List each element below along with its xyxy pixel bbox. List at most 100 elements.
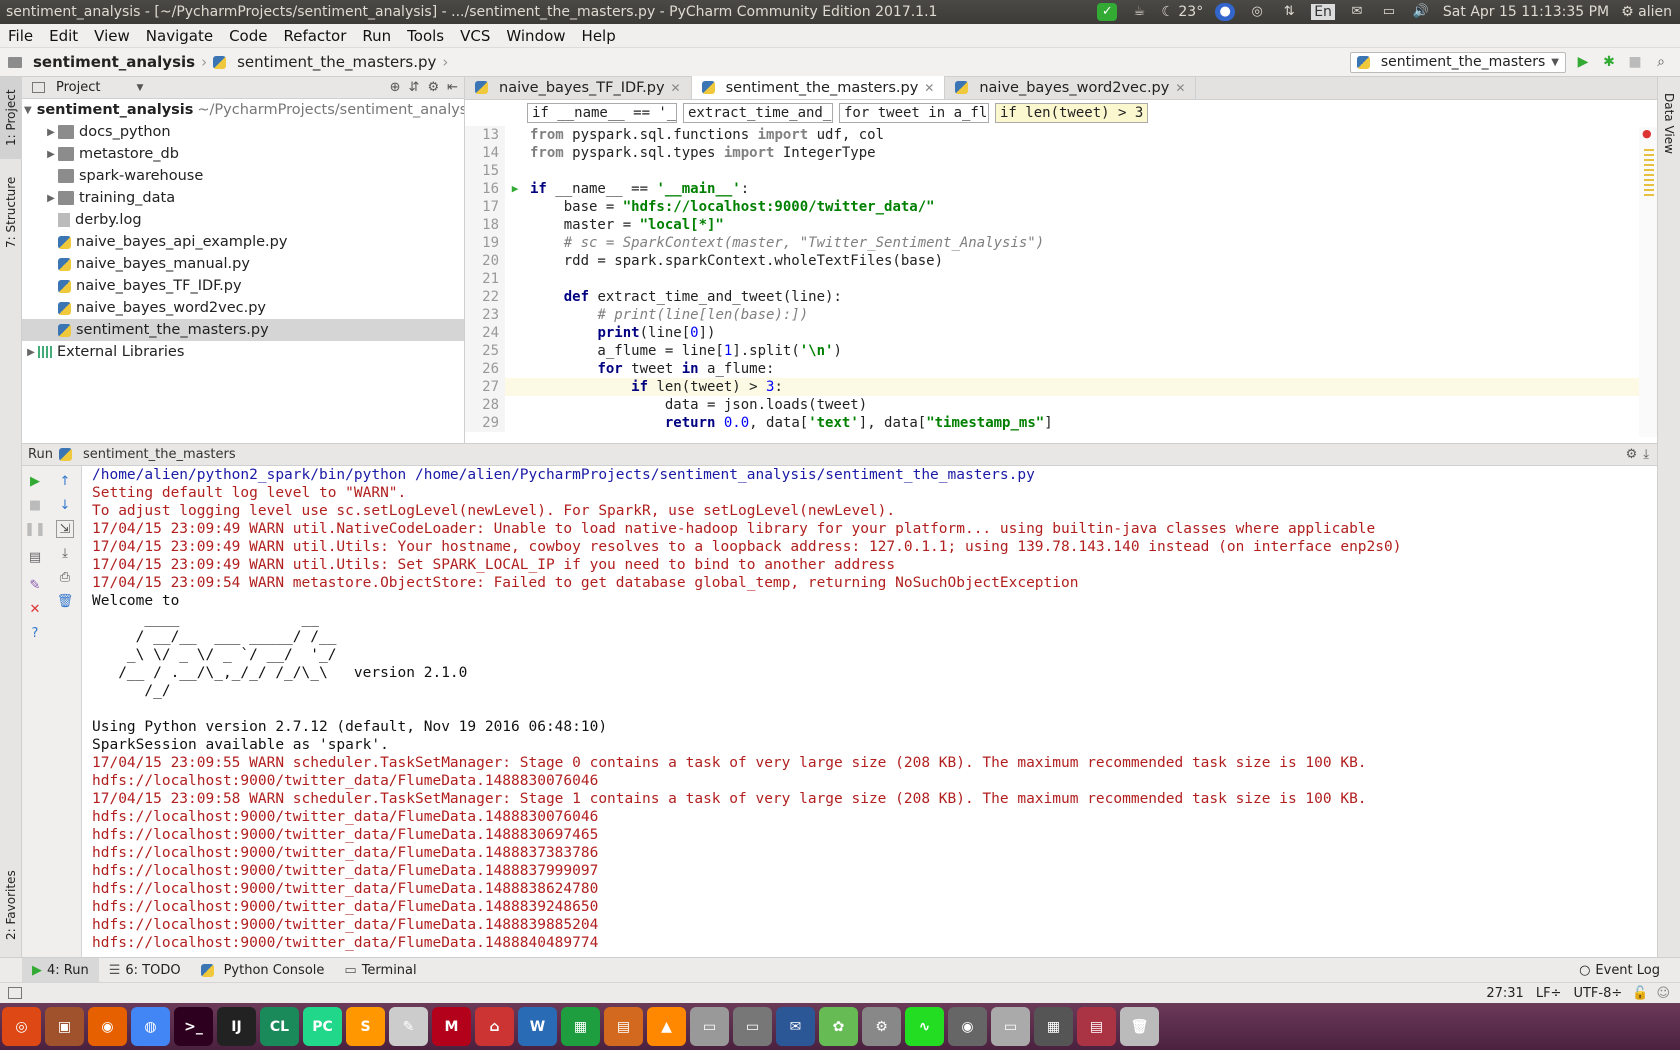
menu-window[interactable]: Window bbox=[498, 27, 573, 45]
hide-icon[interactable]: ⤓ bbox=[1643, 447, 1657, 462]
inspector-icon[interactable]: ☺ bbox=[1656, 986, 1680, 1001]
tree-item[interactable]: sentiment_the_masters.py bbox=[22, 319, 464, 341]
pycharm-icon[interactable]: PC bbox=[303, 1007, 342, 1046]
code-area[interactable]: 13 from pyspark.sql.functions import udf,… bbox=[465, 126, 1657, 432]
menu-run[interactable]: Run bbox=[354, 27, 399, 45]
console-output[interactable]: /home/alien/python2_spark/bin/python /ho… bbox=[82, 466, 1657, 958]
firefox-icon[interactable]: ◉ bbox=[88, 1007, 127, 1046]
event-log-button[interactable]: ○ Event Log bbox=[1569, 958, 1680, 983]
chevron-down-icon[interactable]: ▼ bbox=[136, 83, 143, 93]
menu-vcs[interactable]: VCS bbox=[452, 27, 498, 45]
chrome-icon[interactable]: ◍ bbox=[131, 1007, 170, 1046]
stop-button[interactable]: ■ bbox=[1626, 53, 1644, 71]
code-line[interactable]: 29 return 0.0, data['text'], data["times… bbox=[465, 414, 1657, 432]
ubuntu-icon[interactable]: ◎ bbox=[2, 1007, 41, 1046]
arrow-down-icon[interactable]: ↓ bbox=[56, 496, 74, 514]
clion-icon[interactable]: CL bbox=[260, 1007, 299, 1046]
run-gutter-icon[interactable]: ▶ bbox=[505, 180, 525, 198]
arrow-up-icon[interactable]: ↑ bbox=[56, 472, 74, 490]
impress-icon[interactable]: ▤ bbox=[604, 1007, 643, 1046]
data-view-tool-tab[interactable]: Data View bbox=[1658, 81, 1680, 165]
calc-icon[interactable]: ▦ bbox=[561, 1007, 600, 1046]
code-line[interactable]: 13 from pyspark.sql.functions import udf,… bbox=[465, 126, 1657, 144]
tree-item[interactable]: derby.log bbox=[22, 209, 464, 231]
external-libraries[interactable]: ▶ External Libraries bbox=[22, 341, 464, 363]
code-crumb[interactable]: if len(tweet) > 3 bbox=[995, 103, 1149, 123]
camera-icon[interactable]: ◉ bbox=[948, 1007, 987, 1046]
tab-python-console[interactable]: Python Console bbox=[191, 958, 335, 983]
battery-icon[interactable]: ▭ bbox=[1379, 3, 1399, 21]
line-separator[interactable]: LF÷ bbox=[1536, 986, 1574, 1001]
run-button[interactable]: ▶ bbox=[1574, 53, 1592, 71]
breadcrumb-project[interactable]: sentiment_analysis bbox=[33, 53, 195, 71]
code-line[interactable]: 18 master = "local[*]" bbox=[465, 216, 1657, 234]
files-icon[interactable]: ▣ bbox=[45, 1007, 84, 1046]
cup-icon[interactable]: ☕ bbox=[1129, 3, 1149, 21]
settings-icon[interactable]: ⚙ bbox=[862, 1007, 901, 1046]
tree-item[interactable]: naive_bayes_api_example.py bbox=[22, 231, 464, 253]
tree-item[interactable]: naive_bayes_manual.py bbox=[22, 253, 464, 275]
menu-file[interactable]: File bbox=[0, 27, 41, 45]
error-icon[interactable]: ● bbox=[1642, 127, 1652, 140]
tab-naive-bayes-word2vec[interactable]: naive_bayes_word2vec.py ✕ bbox=[945, 76, 1197, 99]
help-icon[interactable]: ? bbox=[26, 624, 44, 642]
weather[interactable]: ☾ 23° bbox=[1161, 4, 1203, 20]
volume-icon[interactable]: 🔊 bbox=[1411, 3, 1431, 21]
sysmon-icon[interactable]: ∿ bbox=[905, 1007, 944, 1046]
tab-todo[interactable]: ☰ 6: TODO bbox=[99, 958, 191, 983]
menu-navigate[interactable]: Navigate bbox=[138, 27, 221, 45]
project-tool-tab[interactable]: 1: Project bbox=[0, 77, 22, 159]
code-line[interactable]: 17 base = "hdfs://localhost:9000/twitter… bbox=[465, 198, 1657, 216]
collapse-arrow-icon[interactable]: ▶ bbox=[44, 127, 58, 138]
structure-tool-tab[interactable]: 7: Structure bbox=[0, 167, 22, 257]
tab-sentiment-the-masters[interactable]: sentiment_the_masters.py ✕ bbox=[691, 76, 946, 99]
menu-code[interactable]: Code bbox=[221, 27, 275, 45]
code-line[interactable]: 27 if len(tweet) > 3: bbox=[465, 378, 1657, 396]
soft-wrap-icon[interactable]: ⇲ bbox=[56, 520, 74, 538]
clock[interactable]: Sat Apr 15 11:13:35 PM bbox=[1443, 4, 1609, 20]
tree-item[interactable]: ▶ docs_python bbox=[22, 121, 464, 143]
gimp-icon[interactable]: ✿ bbox=[819, 1007, 858, 1046]
code-line[interactable]: 21 bbox=[465, 270, 1657, 288]
run-config-select[interactable]: sentiment_the_masters ▼ bbox=[1349, 51, 1566, 73]
menu-view[interactable]: View bbox=[86, 27, 138, 45]
transfer-icon[interactable]: ⇅ bbox=[1279, 3, 1299, 21]
tree-item[interactable]: naive_bayes_word2vec.py bbox=[22, 297, 464, 319]
collapse-icon[interactable]: ⇵ bbox=[409, 80, 420, 95]
tree-item[interactable]: ▶ metastore_db bbox=[22, 143, 464, 165]
close-icon[interactable]: ✕ bbox=[26, 600, 44, 618]
sublime-icon[interactable]: S bbox=[346, 1007, 385, 1046]
writer-icon[interactable]: W bbox=[518, 1007, 557, 1046]
favorites-tool-tab[interactable]: 2: Favorites bbox=[0, 857, 22, 953]
debug-button[interactable]: ✱ bbox=[1600, 53, 1618, 71]
close-icon[interactable]: ✕ bbox=[924, 81, 934, 95]
code-line[interactable]: 19 # sc = SparkContext(master, "Twitter_… bbox=[465, 234, 1657, 252]
code-line[interactable]: 20 rdd = spark.sparkContext.wholeTextFil… bbox=[465, 252, 1657, 270]
lock-icon[interactable]: 🔓 bbox=[1632, 986, 1656, 1001]
collapse-arrow-icon[interactable]: ▶ bbox=[44, 193, 58, 204]
pin-icon[interactable]: ✎ bbox=[26, 576, 44, 594]
hide-icon[interactable]: ⇤ bbox=[447, 80, 458, 95]
trash-icon[interactable]: 🗑 bbox=[56, 592, 74, 610]
project-view-select[interactable]: Project bbox=[56, 80, 100, 95]
code-line[interactable]: 15 bbox=[465, 162, 1657, 180]
close-icon[interactable]: ✕ bbox=[671, 81, 681, 95]
target-icon[interactable]: ⊕ bbox=[390, 80, 401, 95]
code-line[interactable]: 24 print(line[0]) bbox=[465, 324, 1657, 342]
monitor-icon[interactable]: ▭ bbox=[733, 1007, 772, 1046]
breadcrumb-file[interactable]: sentiment_the_masters.py bbox=[237, 53, 436, 71]
rerun-icon[interactable]: ▶ bbox=[26, 472, 44, 490]
media-icon[interactable]: ▤ bbox=[1077, 1007, 1116, 1046]
check-icon[interactable]: ✓ bbox=[1097, 3, 1118, 21]
menu-help[interactable]: Help bbox=[574, 27, 624, 45]
gedit-icon[interactable]: ✎ bbox=[389, 1007, 428, 1046]
code-line[interactable]: 23 # print(line[len(base):]) bbox=[465, 306, 1657, 324]
network-icon[interactable]: ◎ bbox=[1247, 3, 1267, 21]
tree-item[interactable]: spark-warehouse bbox=[22, 165, 464, 187]
mail-icon[interactable]: ✉ bbox=[1347, 3, 1367, 21]
tree-item[interactable]: naive_bayes_TF_IDF.py bbox=[22, 275, 464, 297]
code-crumb[interactable]: for tweet in a_flume bbox=[839, 103, 989, 123]
menu-refactor[interactable]: Refactor bbox=[275, 27, 354, 45]
status-toggle-icon[interactable] bbox=[8, 987, 22, 999]
expand-icon[interactable]: ▼ bbox=[24, 105, 32, 116]
